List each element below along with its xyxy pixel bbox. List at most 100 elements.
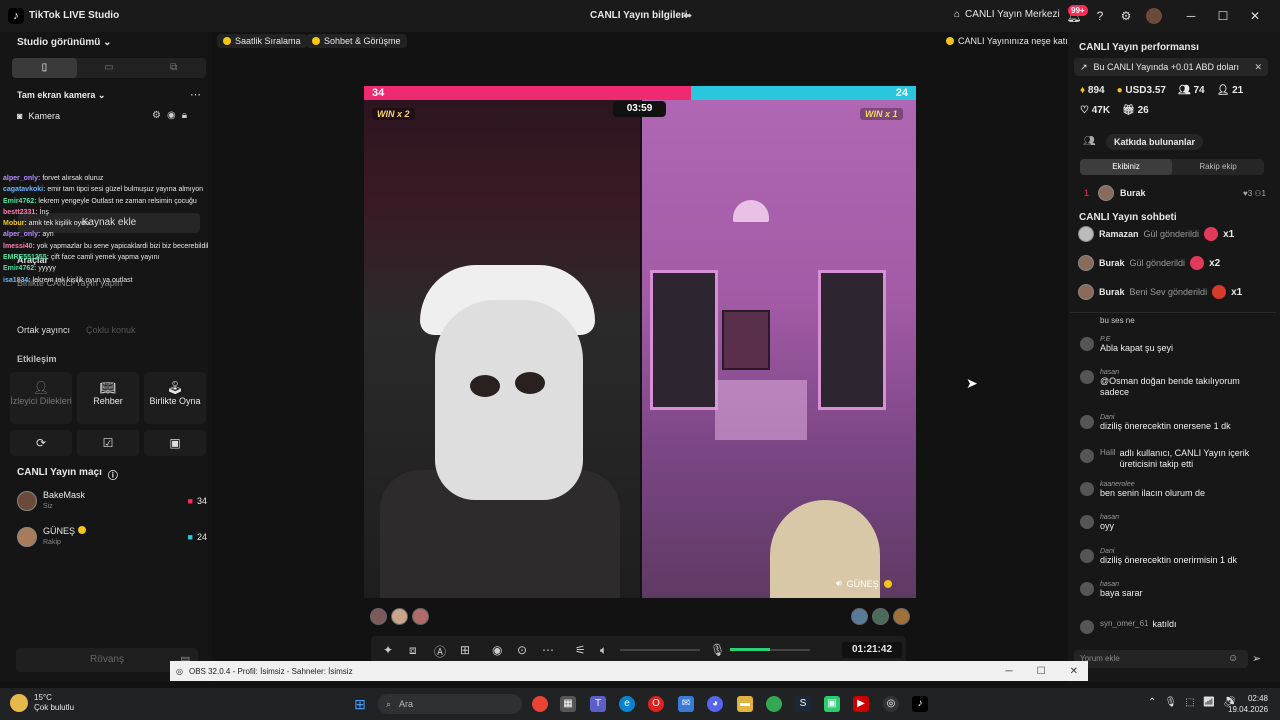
avatar (1080, 449, 1094, 463)
chat-message[interactable]: hasan baya sarar (1080, 581, 1270, 599)
app-icon[interactable]: ▣ (824, 696, 840, 712)
effects-icon[interactable]: ⧈ (409, 643, 417, 658)
chat-meet-tag[interactable]: Sohbet & Görüşme (306, 34, 407, 48)
chrome-icon[interactable] (766, 696, 782, 712)
help-icon[interactable]: ⓘ (108, 467, 118, 482)
wall-frame (722, 310, 770, 370)
chat-message[interactable]: syn_omer_61 katıldı (1080, 619, 1270, 634)
chrome-icon[interactable] (532, 696, 548, 712)
multi-guest-button[interactable]: Çoklu konuk (86, 325, 136, 335)
avatar[interactable] (851, 608, 868, 625)
camera-source-controls[interactable]: ⚙◉🔒︎ (152, 110, 193, 121)
avatar[interactable] (370, 608, 387, 625)
live-center-button[interactable]: ⌂ CANLI Yayın Merkezi (954, 9, 1060, 20)
clock[interactable]: 02:48 19.04.2026 (1228, 693, 1268, 715)
maximize-button[interactable]: ☐ (1214, 8, 1232, 24)
avatar[interactable] (893, 608, 910, 625)
chat-message[interactable]: Dani diziliş önerecektin onerirmisin 1 dk (1080, 548, 1270, 566)
avatar[interactable] (872, 608, 889, 625)
overlay-chat: alper_only: forvet alırsak oluruz cagatav… (3, 173, 208, 286)
close-button[interactable]: ✕ (1246, 8, 1264, 24)
edge-icon[interactable]: e (619, 696, 635, 712)
taskbar-search[interactable]: ⌕ Ara (378, 694, 522, 714)
discord-icon[interactable]: ◕ (707, 696, 723, 712)
record-icon[interactable]: ◉ (492, 643, 502, 657)
skull-mask (435, 300, 583, 500)
weather-widget[interactable]: 15°C Çok bulutlu (10, 693, 74, 713)
more-icon[interactable]: ⋯ (190, 88, 201, 101)
windows-start-icon[interactable]: ⊞ (352, 696, 368, 712)
steam-icon[interactable]: S (795, 696, 811, 712)
avatar[interactable] (1146, 8, 1162, 24)
chat-message[interactable]: Halil adlı kullanıcı, CANLI Yayın içerik … (1080, 448, 1270, 470)
more-icon[interactable]: ⋯ (542, 643, 554, 657)
hourly-ranking-tag[interactable]: Saatlik Sıralama (217, 34, 307, 48)
minimize-button[interactable]: ─ (1182, 8, 1200, 24)
tab-rival-team[interactable]: Rakip ekip (1172, 159, 1264, 175)
help-icon[interactable]: ? (1092, 8, 1108, 24)
co-host-button[interactable]: Ortak yayıncı (17, 325, 70, 335)
contributor-row[interactable]: 1 Burak ♥3 ⚇1 (1084, 184, 1266, 202)
left-score: 34 (364, 86, 692, 100)
obs-window-bar[interactable]: ◎ OBS 32.0.4 - Profil: İsimsiz - Sahnele… (170, 661, 1088, 681)
avatar[interactable] (391, 608, 408, 625)
emoji-icon[interactable]: ☺ (1228, 653, 1238, 664)
layout-selector[interactable]: ▯ ▭ ⧉ (12, 58, 206, 78)
microphone-icon[interactable]: 🎙︎ (710, 643, 725, 657)
caption-icon[interactable]: ⊞ (460, 643, 470, 657)
chat-message[interactable]: P.E Abla kapat şu şeyi (1080, 336, 1270, 354)
store-icon[interactable]: ▦ (560, 696, 576, 712)
opera-icon[interactable]: O (648, 696, 664, 712)
tiktok-icon[interactable]: ♪ (912, 696, 928, 712)
archive-icon[interactable]: ▣ (144, 430, 206, 456)
screenshot-icon[interactable]: ⊙ (517, 643, 527, 657)
checklist-icon[interactable]: ☑ (77, 430, 139, 456)
portrait-layout-icon[interactable]: ▯ (12, 58, 77, 78)
chat-message[interactable]: hasan @Osman doğan bende takılıyorum sade… (1080, 369, 1270, 398)
obs-icon[interactable]: ◎ (883, 696, 899, 712)
refresh-icon[interactable]: ⟳ (10, 430, 72, 456)
mail-icon[interactable]: ✉ (678, 696, 694, 712)
chat-message[interactable]: Dani diziliş önerecektin onersene 1 dk (1080, 414, 1270, 432)
avatar[interactable] (412, 608, 429, 625)
guide-tile[interactable]: 📖︎ Rehber (77, 372, 139, 424)
avatar (17, 491, 37, 511)
avatar (1080, 549, 1094, 563)
close-button[interactable]: ✕ (1070, 666, 1078, 677)
send-icon[interactable]: ➢ (1252, 652, 1261, 665)
avatar (1080, 370, 1094, 384)
gift-icon: 🎁︎ (1122, 105, 1135, 116)
live-info-title[interactable]: CANLI Yayın bilgileri (590, 10, 688, 21)
viewer-requests-tile[interactable]: 👤︎ İzleyici Dilekleri (10, 372, 72, 424)
camera-source[interactable]: ◙ Kamera (17, 111, 60, 121)
team-toggle[interactable]: Ekibiniz Rakip ekip (1080, 159, 1264, 175)
heart-icon: ♡ (1080, 105, 1089, 116)
avatar (1080, 582, 1094, 596)
magic-wand-icon[interactable]: ✦ (383, 643, 393, 657)
multi-layout-icon[interactable]: ⧉ (141, 58, 206, 78)
studio-view-dropdown[interactable]: Studio görünümü ⌄ (17, 37, 112, 48)
chat-message[interactable]: hasan oyy (1080, 514, 1270, 532)
minimize-button[interactable]: ─ (1006, 666, 1013, 677)
comment-input[interactable]: Yorum ekle (1074, 650, 1248, 668)
scene-dropdown[interactable]: Tam ekran kamera ⌄ (17, 90, 105, 101)
youtube-icon[interactable]: ▶ (853, 696, 869, 712)
play-together-tile[interactable]: 🕹︎ Birlikte Oyna (144, 372, 206, 424)
speaker-icon[interactable]: 🔊︎ (836, 578, 842, 589)
close-icon[interactable]: ✕ (1254, 62, 1262, 73)
tab-your-team[interactable]: Ekibiniz (1080, 159, 1172, 175)
maximize-button[interactable]: ☐ (1037, 666, 1046, 677)
landscape-layout-icon[interactable]: ▭ (77, 58, 142, 78)
mask-eye (470, 375, 500, 397)
mixer-icon[interactable]: ⚟ (575, 643, 586, 657)
volume-icon[interactable]: 🔈︎ (600, 643, 607, 658)
joy-tag[interactable]: CANLI Yayınınıza neşe katın (940, 34, 1079, 48)
teams-icon[interactable]: T (590, 696, 606, 712)
contributors-button[interactable]: Katkıda bulunanlar (1106, 134, 1204, 150)
ai-icon[interactable]: Ⓐ (434, 643, 446, 660)
folder-icon[interactable]: ▬ (737, 696, 753, 712)
share-icon[interactable]: ➦ (683, 9, 692, 22)
chat-message[interactable]: kaanerolee ben senin ilacın olurum de (1080, 481, 1270, 499)
gear-icon[interactable]: ⚙ (1118, 8, 1134, 24)
volume-slider[interactable] (620, 649, 700, 651)
